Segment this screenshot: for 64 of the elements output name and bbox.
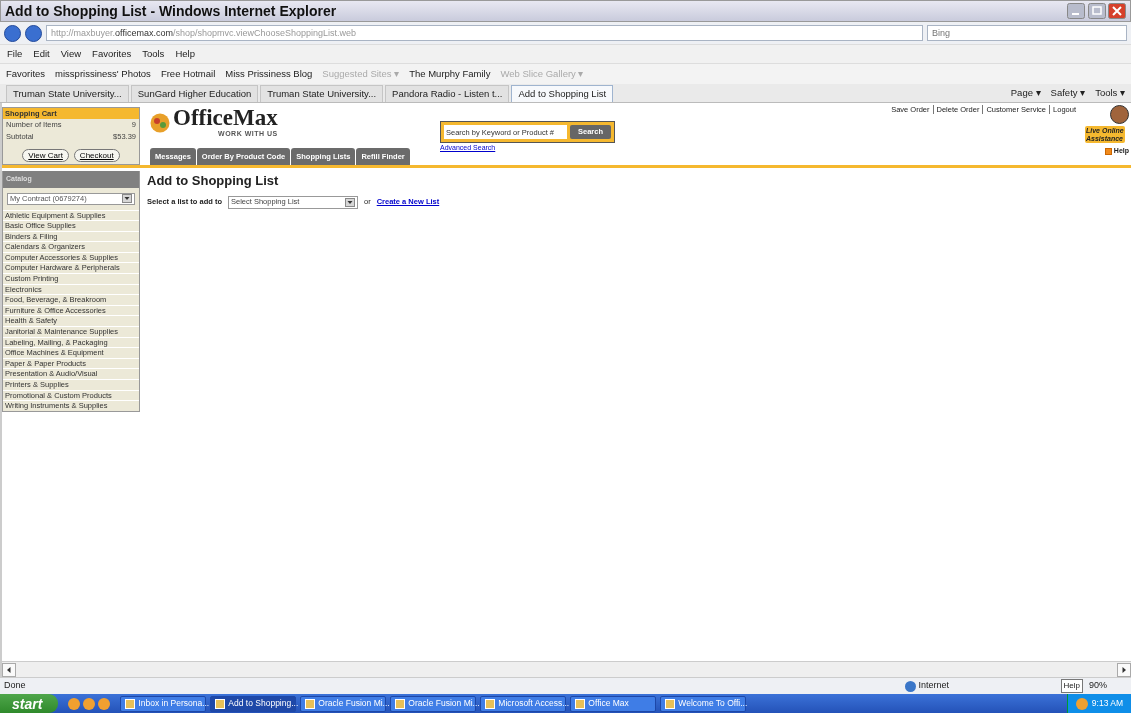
logo-text: OfficeMax — [173, 107, 278, 129]
taskbar-button[interactable]: Oracle Fusion Mi... — [390, 695, 477, 712]
menu-item[interactable]: File — [7, 46, 23, 62]
window-icon — [485, 698, 496, 709]
favorite-link[interactable]: Miss Prissiness Blog — [225, 66, 313, 82]
taskbar-button[interactable]: Microsoft Access... — [480, 695, 567, 712]
quick-launch-icon[interactable] — [98, 697, 111, 710]
page-heading: Add to Shopping List — [147, 172, 280, 190]
clock: 9:13 AM — [1091, 697, 1123, 710]
address-field[interactable]: http://maxbuyer.officemax.com/shop/shopmvc.viewChooseShoppingList.web — [46, 25, 923, 41]
favorite-link[interactable]: Favorites — [6, 66, 46, 82]
toolbar-menu[interactable]: Page ▾ — [1010, 85, 1041, 101]
search-field[interactable]: Bing — [927, 25, 1127, 41]
help-button[interactable]: Help — [1060, 679, 1083, 693]
forward-icon[interactable] — [25, 24, 42, 42]
taskbar-button[interactable]: Oracle Fusion Mi... — [300, 695, 387, 712]
cart-button[interactable]: Checkout — [73, 148, 120, 162]
zone-text: Internet — [918, 679, 950, 693]
scroll-left-icon[interactable] — [2, 662, 16, 677]
window-icon — [395, 698, 406, 709]
zoom-level[interactable]: 90% — [1089, 679, 1107, 693]
window-icon — [215, 698, 226, 709]
back-icon[interactable] — [4, 24, 21, 42]
browser-tab[interactable]: Truman State University... — [6, 85, 129, 102]
help-icon — [1104, 147, 1112, 155]
minimize-icon[interactable] — [1067, 3, 1085, 19]
start-button[interactable]: start — [0, 694, 59, 713]
taskbar-button[interactable]: Welcome To Offi... — [660, 695, 747, 712]
avatar-placeholder — [1110, 105, 1129, 124]
horizontal-scrollbar[interactable] — [2, 661, 1131, 677]
maximize-icon[interactable] — [1087, 3, 1106, 19]
browser-tab[interactable]: SunGard Higher Education — [130, 85, 259, 102]
window-title: Add to Shopping List - Windows Internet Explorer — [5, 1, 337, 21]
window-icon — [125, 698, 136, 709]
scroll-right-icon[interactable] — [1117, 662, 1131, 677]
favorite-link[interactable]: The Murphy Family — [409, 66, 491, 82]
taskbar-button[interactable]: Inbox in Persona... — [120, 695, 207, 712]
dropdown-icon — [122, 194, 132, 203]
quick-launch-icon[interactable] — [83, 697, 96, 710]
taskbar-button[interactable]: Add to Shopping... — [210, 695, 297, 712]
menu-item[interactable]: Help — [175, 46, 195, 62]
browser-tab[interactable]: Pandora Radio - Listen t... — [385, 85, 510, 102]
toolbar-menu[interactable]: Tools ▾ — [1095, 85, 1125, 101]
browser-tab[interactable]: Add to Shopping List — [511, 85, 614, 102]
taskbar-button[interactable]: Office Max — [570, 695, 657, 712]
menu-item[interactable]: Tools — [142, 46, 165, 62]
window-icon — [665, 698, 676, 709]
logo-ball-icon — [150, 113, 170, 134]
status-text: Done — [4, 679, 26, 693]
favorite-link[interactable]: Free Hotmail — [160, 66, 216, 82]
toolbar-menu[interactable]: Safety ▾ — [1050, 85, 1086, 101]
quick-launch-icon[interactable] — [68, 697, 81, 710]
menu-item[interactable]: Edit — [33, 46, 50, 62]
window-icon — [305, 698, 316, 709]
globe-icon — [904, 680, 916, 692]
menu-item[interactable]: View — [60, 46, 82, 62]
browser-tab[interactable]: Truman State University... — [260, 85, 384, 102]
tray-icon — [1075, 697, 1088, 710]
favorite-link[interactable]: missprissiness' Photos — [55, 66, 151, 82]
cart-button[interactable]: View Cart — [22, 148, 69, 162]
menu-item[interactable]: Favorites — [92, 46, 132, 62]
window-icon — [575, 698, 586, 709]
dropdown-icon — [345, 197, 355, 207]
close-icon[interactable] — [1108, 3, 1126, 19]
